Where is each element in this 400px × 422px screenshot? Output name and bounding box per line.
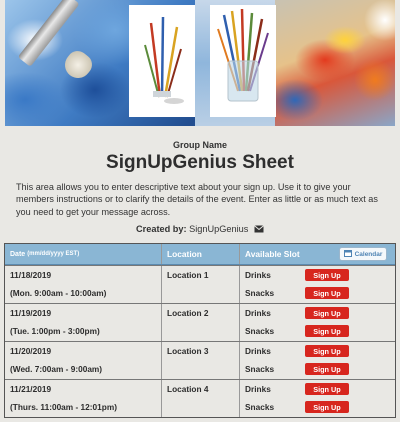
slot-item: Drinks Sign Up: [245, 380, 393, 398]
brushes-in-jar-icon: [144, 16, 184, 104]
table-row: 11/21/2019 (Thurs. 11:00am - 12:01pm) Lo…: [5, 379, 395, 417]
table-row: 11/19/2019 (Tue. 1:00pm - 3:00pm) Locati…: [5, 303, 395, 341]
location-cell: Location 4: [162, 380, 240, 417]
slot-date: 11/20/2019: [10, 346, 52, 356]
brushes-photo-2: [210, 5, 276, 117]
signup-button[interactable]: Sign Up: [305, 307, 349, 319]
signup-button[interactable]: Sign Up: [305, 325, 349, 337]
slot-time: (Thurs. 11:00am - 12:01pm): [10, 402, 117, 412]
date-cell: 11/19/2019 (Tue. 1:00pm - 3:00pm): [5, 304, 162, 341]
location-column-header: Location: [162, 244, 240, 264]
date-format-hint: (mm/dd/yyyy EST): [27, 251, 80, 257]
table-header: Date (mm/dd/yyyy EST) Location Available…: [5, 244, 395, 265]
slot-item: Snacks Sign Up: [245, 322, 393, 340]
banner-paint-texture-right: [275, 0, 395, 126]
slot-name: Drinks: [245, 308, 271, 318]
page-title: SignUpGenius Sheet: [106, 152, 294, 173]
header-banner-image: [5, 0, 395, 126]
slot-item: Drinks Sign Up: [245, 342, 393, 360]
table-row: 11/20/2019 (Wed. 7:00am - 9:00am) Locati…: [5, 341, 395, 379]
slot-item: Snacks Sign Up: [245, 284, 393, 302]
signup-table: Date (mm/dd/yyyy EST) Location Available…: [4, 243, 396, 418]
calendar-icon: [343, 249, 352, 259]
slots-cell: Drinks Sign Up Snacks Sign Up: [240, 304, 393, 341]
calendar-button[interactable]: Calendar: [339, 247, 387, 261]
slot-item: Snacks Sign Up: [245, 360, 393, 378]
slot-name: Drinks: [245, 270, 271, 280]
slots-cell: Drinks Sign Up Snacks Sign Up: [240, 342, 393, 379]
envelope-icon[interactable]: [254, 225, 264, 235]
date-cell: 11/18/2019 (Mon. 9:00am - 10:00am): [5, 266, 162, 303]
creator-name: SignUpGenius: [189, 224, 249, 234]
signup-button[interactable]: Sign Up: [305, 269, 349, 281]
slot-date: 11/21/2019: [10, 384, 52, 394]
slot-name: Snacks: [245, 364, 275, 374]
brushes-photo-1: [129, 5, 195, 117]
table-row: 11/18/2019 (Mon. 9:00am - 10:00am) Locat…: [5, 265, 395, 303]
slot-name: Snacks: [245, 288, 275, 298]
location-cell: Location 2: [162, 304, 240, 341]
slot-column-header: Available Slot Calendar: [240, 244, 393, 264]
signup-button[interactable]: Sign Up: [305, 287, 349, 299]
created-by-label: Created by:: [136, 224, 187, 234]
paintbrush-bristles: [59, 46, 97, 84]
slot-name: Drinks: [245, 384, 271, 394]
slot-item: Drinks Sign Up: [245, 266, 393, 284]
brushes-in-glass-icon: [217, 8, 269, 102]
location-cell: Location 3: [162, 342, 240, 379]
slot-time: (Wed. 7:00am - 9:00am): [10, 364, 103, 374]
date-column-header: Date (mm/dd/yyyy EST): [5, 244, 162, 264]
slot-item: Snacks Sign Up: [245, 398, 393, 416]
slot-date: 11/19/2019: [10, 308, 52, 318]
signup-button[interactable]: Sign Up: [305, 383, 349, 395]
slot-name: Snacks: [245, 402, 275, 412]
sheet-description: This area allows you to enter descriptiv…: [16, 182, 378, 217]
slot-name: Snacks: [245, 326, 275, 336]
date-cell: 11/20/2019 (Wed. 7:00am - 9:00am): [5, 342, 162, 379]
signup-button[interactable]: Sign Up: [305, 363, 349, 375]
calendar-button-label: Calendar: [354, 250, 383, 258]
slot-time: (Tue. 1:00pm - 3:00pm): [10, 326, 100, 336]
created-by: Created by: SignUpGenius: [0, 224, 400, 235]
signup-button[interactable]: Sign Up: [305, 401, 349, 413]
slots-cell: Drinks Sign Up Snacks Sign Up: [240, 266, 393, 303]
location-cell: Location 1: [162, 266, 240, 303]
slot-time: (Mon. 9:00am - 10:00am): [10, 288, 107, 298]
slot-name: Drinks: [245, 346, 271, 356]
slot-item: Drinks Sign Up: [245, 304, 393, 322]
date-cell: 11/21/2019 (Thurs. 11:00am - 12:01pm): [5, 380, 162, 417]
signup-button[interactable]: Sign Up: [305, 345, 349, 357]
slots-cell: Drinks Sign Up Snacks Sign Up: [240, 380, 393, 417]
slot-date: 11/18/2019: [10, 270, 52, 280]
group-name: Group Name: [172, 140, 227, 150]
